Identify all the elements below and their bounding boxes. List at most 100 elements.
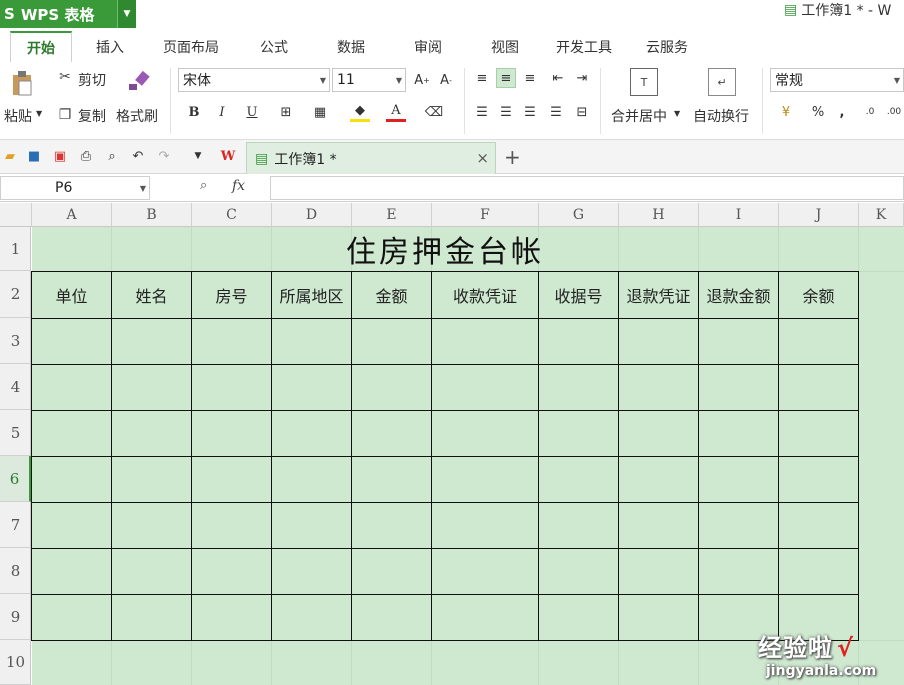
align-top-icon[interactable]: ≡ bbox=[472, 68, 492, 88]
cell[interactable] bbox=[698, 410, 779, 457]
row-header[interactable]: 8 bbox=[0, 548, 31, 594]
column-header[interactable]: B bbox=[112, 203, 192, 227]
align-center-icon[interactable]: ☰ bbox=[496, 102, 516, 122]
cell[interactable] bbox=[431, 594, 539, 641]
align-bottom-icon[interactable]: ≡ bbox=[520, 68, 540, 88]
cell[interactable] bbox=[778, 410, 859, 457]
cut-button[interactable]: 剪切 bbox=[78, 70, 106, 90]
cell[interactable] bbox=[431, 456, 539, 503]
cell[interactable] bbox=[271, 318, 352, 365]
cell[interactable] bbox=[351, 594, 432, 641]
cell[interactable] bbox=[431, 502, 539, 549]
cell[interactable] bbox=[618, 364, 699, 411]
cell[interactable] bbox=[538, 548, 619, 595]
cell[interactable] bbox=[778, 548, 859, 595]
document-tab[interactable]: ▤ 工作簿1 * × bbox=[246, 142, 496, 174]
cell[interactable] bbox=[431, 410, 539, 457]
header-cell[interactable]: 余额 bbox=[778, 271, 859, 319]
cell[interactable] bbox=[31, 548, 112, 595]
row-header[interactable]: 3 bbox=[0, 318, 31, 364]
redo-icon[interactable]: ↷ bbox=[154, 146, 174, 166]
column-header[interactable]: F bbox=[432, 203, 539, 227]
header-cell[interactable]: 收据号 bbox=[538, 271, 619, 319]
cell[interactable] bbox=[191, 502, 272, 549]
increase-decimal-icon[interactable]: .0 bbox=[860, 102, 880, 122]
decrease-font-icon[interactable]: A- bbox=[436, 70, 456, 90]
percent-button[interactable]: % bbox=[808, 102, 828, 122]
close-tab-icon[interactable]: × bbox=[476, 149, 489, 167]
column-header[interactable]: G bbox=[539, 203, 619, 227]
cell[interactable] bbox=[778, 456, 859, 503]
align-right-icon[interactable]: ☰ bbox=[520, 102, 540, 122]
bold-button[interactable]: B bbox=[184, 102, 204, 122]
cell[interactable] bbox=[778, 502, 859, 549]
comma-button[interactable]: , bbox=[832, 102, 852, 122]
print-preview-icon[interactable]: ⌕ bbox=[102, 146, 122, 166]
column-header[interactable]: D bbox=[272, 203, 352, 227]
cell[interactable] bbox=[618, 318, 699, 365]
tab-cloud[interactable]: 云服务 bbox=[646, 37, 688, 57]
zoom-lookup-icon[interactable]: ⌕ bbox=[200, 178, 207, 193]
cell[interactable] bbox=[111, 364, 192, 411]
cell[interactable] bbox=[538, 456, 619, 503]
save-icon[interactable]: ■ bbox=[24, 146, 44, 166]
row-header[interactable]: 1 bbox=[0, 227, 31, 271]
cell[interactable] bbox=[191, 318, 272, 365]
cell[interactable] bbox=[31, 594, 112, 641]
row-header[interactable]: 10 bbox=[0, 640, 31, 685]
sheet-title-cell[interactable]: 住房押金台帐 bbox=[32, 227, 858, 271]
new-tab-icon[interactable]: + bbox=[504, 145, 521, 169]
cell[interactable] bbox=[618, 456, 699, 503]
cell[interactable] bbox=[111, 594, 192, 641]
currency-icon[interactable]: ¥ bbox=[776, 102, 796, 122]
cell[interactable] bbox=[31, 456, 112, 503]
wrap-text-button[interactable]: 自动换行 bbox=[693, 106, 749, 126]
border-icon[interactable]: ⊞ bbox=[276, 102, 296, 122]
cell[interactable] bbox=[698, 502, 779, 549]
header-cell[interactable]: 房号 bbox=[191, 271, 272, 319]
fill-color-icon[interactable]: ◆ bbox=[350, 102, 370, 122]
tab-developer[interactable]: 开发工具 bbox=[556, 37, 612, 57]
cell[interactable] bbox=[698, 456, 779, 503]
underline-button[interactable]: U bbox=[242, 102, 262, 122]
cell[interactable] bbox=[191, 410, 272, 457]
customize-dropdown-icon[interactable]: ▼ bbox=[188, 146, 208, 166]
cell[interactable] bbox=[31, 410, 112, 457]
cell[interactable] bbox=[431, 548, 539, 595]
header-cell[interactable]: 退款凭证 bbox=[618, 271, 699, 319]
wrap-text-icon[interactable]: ↵ bbox=[708, 68, 736, 96]
header-cell[interactable]: 所属地区 bbox=[271, 271, 352, 319]
select-all-corner[interactable] bbox=[0, 203, 32, 227]
chevron-down-icon[interactable]: ▼ bbox=[140, 184, 146, 193]
column-header[interactable]: I bbox=[699, 203, 779, 227]
increase-font-icon[interactable]: A + bbox=[412, 70, 432, 90]
cell[interactable] bbox=[538, 594, 619, 641]
tab-view[interactable]: 视图 bbox=[491, 37, 519, 57]
row-header[interactable]: 4 bbox=[0, 364, 31, 410]
cell[interactable] bbox=[351, 318, 432, 365]
cell[interactable] bbox=[431, 318, 539, 365]
tab-data[interactable]: 数据 bbox=[337, 37, 365, 57]
cell[interactable] bbox=[191, 594, 272, 641]
name-box[interactable]: P6 ▼ bbox=[0, 176, 150, 200]
cell[interactable] bbox=[698, 548, 779, 595]
cell[interactable] bbox=[191, 456, 272, 503]
cell[interactable] bbox=[778, 318, 859, 365]
fill-pattern-icon[interactable]: ▦ bbox=[310, 102, 330, 122]
row-header[interactable]: 5 bbox=[0, 410, 31, 456]
cell[interactable] bbox=[618, 594, 699, 641]
cell[interactable] bbox=[31, 364, 112, 411]
cell[interactable] bbox=[271, 548, 352, 595]
column-header[interactable]: E bbox=[352, 203, 432, 227]
cell[interactable] bbox=[698, 318, 779, 365]
row-header-active[interactable]: 6 bbox=[0, 456, 31, 502]
clear-format-icon[interactable]: ⌫ bbox=[424, 102, 444, 122]
cell[interactable] bbox=[271, 502, 352, 549]
justify-icon[interactable]: ☰ bbox=[546, 102, 566, 122]
cell[interactable] bbox=[271, 410, 352, 457]
cell[interactable] bbox=[111, 456, 192, 503]
app-menu-button[interactable]: S WPS 表格 ▼ bbox=[0, 0, 136, 28]
merge-center-icon[interactable]: T bbox=[630, 68, 658, 96]
column-header[interactable]: H bbox=[619, 203, 699, 227]
paste-icon[interactable] bbox=[8, 68, 36, 98]
